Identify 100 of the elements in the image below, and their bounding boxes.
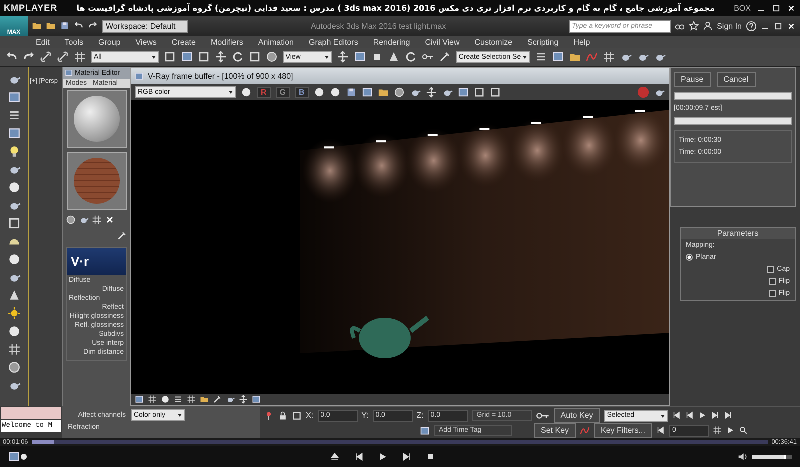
menu-item[interactable]: Customize <box>474 38 513 46</box>
menu-item[interactable]: Scripting <box>528 38 559 46</box>
save-icon[interactable] <box>60 21 70 31</box>
circle-icon[interactable] <box>161 395 170 404</box>
grid-icon[interactable] <box>92 215 102 225</box>
star-icon[interactable] <box>689 21 700 31</box>
set-key-button[interactable]: Set Key <box>534 423 576 438</box>
menu-item[interactable]: Civil View <box>425 38 460 46</box>
play-icon[interactable] <box>698 411 708 420</box>
rollout-header[interactable]: Parameters <box>681 228 795 239</box>
square-icon[interactable] <box>164 51 176 63</box>
rotate-icon[interactable] <box>232 51 244 63</box>
window-icon[interactable] <box>252 395 261 404</box>
previous-icon[interactable] <box>685 411 694 420</box>
auto-key-button[interactable]: Auto Key <box>554 408 600 423</box>
circle-icon[interactable] <box>330 86 341 98</box>
window-icon[interactable] <box>458 86 469 98</box>
previous-icon[interactable] <box>672 411 682 420</box>
checkbox[interactable] <box>768 278 776 285</box>
close-icon[interactable] <box>105 215 115 225</box>
lightbulb-icon[interactable] <box>8 145 20 158</box>
square-icon[interactable] <box>8 217 20 230</box>
move-icon[interactable] <box>214 51 227 63</box>
menu-item[interactable]: Group <box>98 38 121 46</box>
sign-in-link[interactable]: Sign In <box>717 22 742 30</box>
save-icon[interactable] <box>346 86 357 98</box>
circle-icon[interactable] <box>20 453 28 461</box>
stop-icon[interactable] <box>426 452 436 462</box>
window-icon[interactable] <box>8 91 20 104</box>
move-icon[interactable] <box>426 86 437 98</box>
next-icon[interactable] <box>402 452 412 462</box>
menu-item[interactable]: Edit <box>36 38 50 46</box>
square-icon[interactable] <box>292 410 302 420</box>
sphere-icon[interactable] <box>266 51 278 63</box>
sphere-icon[interactable] <box>66 215 76 225</box>
close-icon[interactable] <box>787 22 796 30</box>
window-icon[interactable] <box>362 86 373 98</box>
channel-toggle[interactable]: G <box>276 86 290 98</box>
radio-button[interactable] <box>686 254 693 261</box>
grid-icon[interactable] <box>603 51 616 63</box>
window-icon[interactable] <box>135 395 144 404</box>
play-icon[interactable] <box>726 426 736 435</box>
cone-icon[interactable] <box>388 51 400 63</box>
lock-icon[interactable] <box>278 410 288 420</box>
circle-icon[interactable] <box>241 86 252 98</box>
volume-icon[interactable] <box>738 452 748 462</box>
seek-bar[interactable] <box>32 440 768 444</box>
material-sphere[interactable] <box>74 96 120 142</box>
window-icon[interactable] <box>552 51 564 63</box>
circle-icon[interactable] <box>8 253 20 266</box>
eject-icon[interactable] <box>330 452 340 462</box>
menu-item[interactable]: Animation <box>258 38 294 46</box>
pin-icon[interactable] <box>264 410 274 420</box>
sun-icon[interactable] <box>8 307 20 320</box>
square-icon[interactable] <box>248 51 261 63</box>
close-icon[interactable] <box>787 4 796 12</box>
grid-icon[interactable] <box>713 426 722 435</box>
grid-icon[interactable] <box>74 51 86 63</box>
square-icon[interactable] <box>490 86 501 98</box>
window-icon[interactable] <box>354 51 366 63</box>
user-icon[interactable] <box>703 21 714 31</box>
eyedropper-icon[interactable] <box>438 51 451 63</box>
next-icon[interactable] <box>711 411 720 420</box>
grid-icon[interactable] <box>8 343 20 356</box>
list-icon[interactable] <box>535 51 548 63</box>
window-icon[interactable] <box>420 426 430 436</box>
search-icon[interactable] <box>739 426 748 435</box>
move-icon[interactable] <box>336 51 349 63</box>
play-icon[interactable] <box>378 452 388 462</box>
box-label[interactable]: BOX <box>734 4 751 12</box>
listener-field[interactable] <box>1 407 61 419</box>
volume-slider[interactable] <box>752 455 792 459</box>
folder-icon[interactable] <box>569 51 582 63</box>
menu-item[interactable]: Help <box>574 38 590 46</box>
dialog-button[interactable]: Pause <box>674 72 711 87</box>
rotate-icon[interactable] <box>404 51 417 63</box>
menu-item[interactable]: Views <box>136 38 157 46</box>
teapot-icon[interactable] <box>226 395 235 404</box>
sphere-icon[interactable] <box>394 86 405 98</box>
previous-icon[interactable] <box>656 426 666 435</box>
channel-toggle[interactable]: B <box>295 86 309 98</box>
square-icon[interactable] <box>474 86 485 98</box>
circle-icon[interactable] <box>314 86 325 98</box>
menu-item[interactable]: Modifiers <box>210 38 244 46</box>
list-icon[interactable] <box>8 109 20 122</box>
window-icon[interactable] <box>8 451 20 463</box>
menu-item[interactable]: Tools <box>64 38 84 46</box>
previous-icon[interactable] <box>354 452 364 462</box>
key-filters-button[interactable]: Key Filters... <box>594 423 652 438</box>
cone-icon[interactable] <box>8 289 20 302</box>
menu-item[interactable]: Graph Editors <box>308 38 358 46</box>
circle-icon[interactable] <box>8 181 20 194</box>
dialog-button[interactable]: Cancel <box>716 72 756 87</box>
menu-item[interactable]: Rendering <box>373 38 410 46</box>
list-icon[interactable] <box>174 395 183 404</box>
workspace-dropdown[interactable]: Workspace: Default <box>102 20 188 32</box>
window-icon[interactable] <box>8 127 20 140</box>
checkbox[interactable] <box>768 290 776 297</box>
menu-item[interactable]: Create <box>172 38 196 46</box>
eyedropper-icon[interactable] <box>117 231 127 241</box>
